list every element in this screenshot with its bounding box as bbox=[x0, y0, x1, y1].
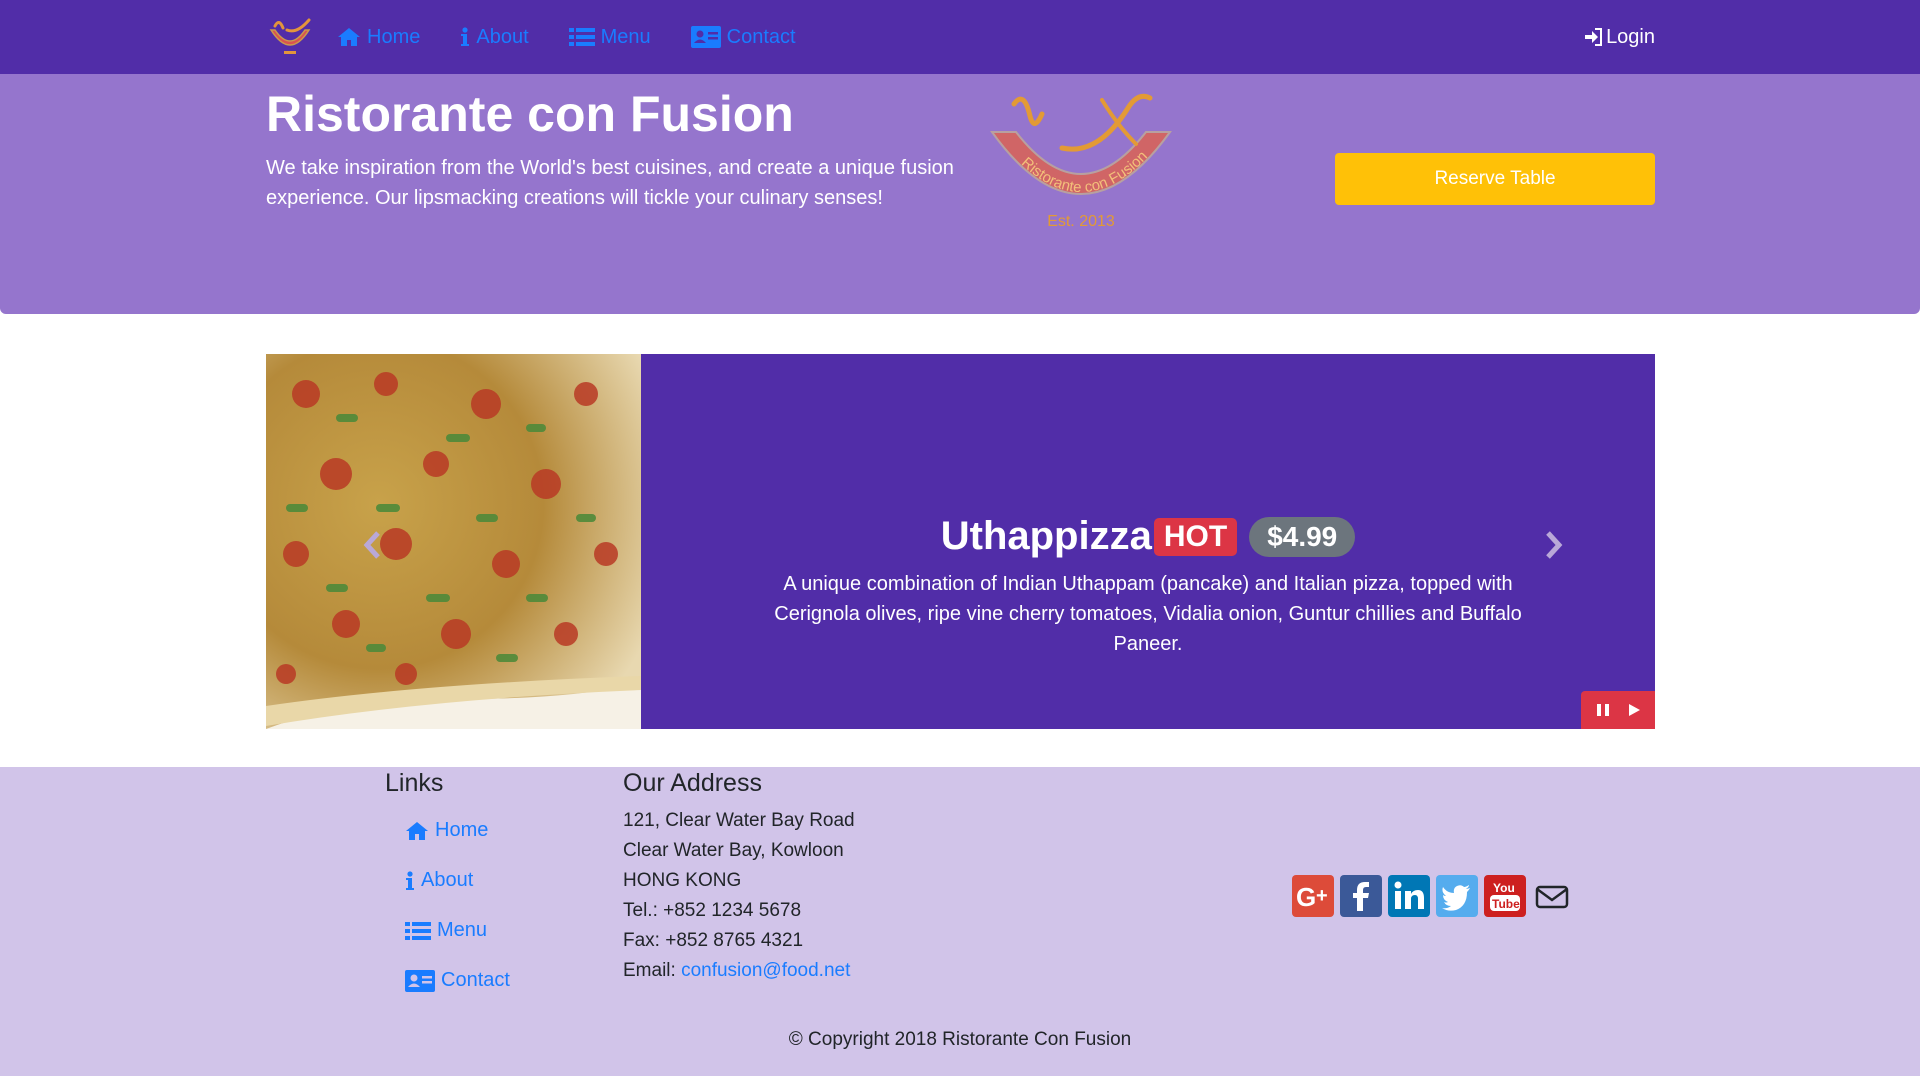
address-line: HONG KONG bbox=[623, 870, 742, 891]
chevron-right-icon bbox=[1546, 531, 1563, 559]
facebook-button[interactable] bbox=[1340, 875, 1382, 917]
footer-link-label: Contact bbox=[441, 969, 510, 991]
facebook-icon bbox=[1340, 875, 1382, 917]
brand-logo[interactable] bbox=[265, 16, 315, 58]
navbar-container: Home About Menu Contact Login bbox=[265, 0, 1655, 74]
footer-link-menu[interactable]: Menu bbox=[405, 919, 487, 942]
hot-badge: HOT bbox=[1153, 517, 1238, 556]
pause-icon bbox=[1596, 704, 1609, 716]
email-link[interactable]: confusion@food.net bbox=[681, 960, 850, 981]
carousel-play-controls bbox=[1581, 691, 1655, 729]
address-card-icon bbox=[690, 26, 721, 48]
carousel-caption: Uthappizza HOT $4.99 A unique combinatio… bbox=[641, 354, 1655, 729]
email-label: Email: bbox=[623, 960, 682, 981]
home-icon bbox=[406, 821, 428, 840]
reserve-table-button[interactable]: Reserve Table bbox=[1335, 153, 1655, 205]
dish-description: A unique combination of Indian Uthappam … bbox=[774, 573, 1522, 655]
info-icon bbox=[406, 870, 414, 890]
list-icon bbox=[405, 921, 431, 940]
linkedin-button[interactable] bbox=[1388, 875, 1430, 917]
fax-line: Fax: +852 8765 4321 bbox=[623, 930, 804, 951]
nav-about[interactable]: About bbox=[460, 25, 529, 49]
nav-menu[interactable]: Menu bbox=[568, 25, 651, 49]
sign-in-icon bbox=[1585, 28, 1603, 46]
email-line: Email: confusion@food.net bbox=[623, 956, 1043, 986]
restaurant-logo: Ristorante con Fusion Est. 2013 bbox=[990, 93, 1172, 230]
copyright-text: © Copyright 2018 Ristorante Con Fusion bbox=[788, 1029, 1132, 1050]
dish-name: Uthappizza bbox=[940, 514, 1152, 558]
youtube-button[interactable]: You Tube bbox=[1484, 875, 1526, 917]
login-button[interactable]: Login bbox=[1584, 0, 1655, 74]
home-icon bbox=[338, 28, 360, 46]
page-title: Ristorante con Fusion bbox=[266, 86, 794, 142]
logo-est-text: Est. 2013 bbox=[1047, 213, 1115, 230]
footer-link-contact[interactable]: Contact bbox=[405, 969, 510, 992]
footer-link-home[interactable]: Home bbox=[405, 819, 488, 842]
carousel-prev-button[interactable] bbox=[358, 528, 388, 562]
play-icon bbox=[1628, 704, 1640, 716]
footer-link-about[interactable]: About bbox=[405, 869, 473, 892]
footer-link-label: About bbox=[421, 869, 474, 891]
links-heading: Links bbox=[385, 769, 444, 797]
google-plus-icon: G + bbox=[1292, 875, 1334, 917]
nav-menu-label: Menu bbox=[600, 25, 651, 48]
info-icon bbox=[461, 27, 470, 46]
login-label: Login bbox=[1606, 25, 1655, 48]
twitter-button[interactable] bbox=[1436, 875, 1478, 917]
address-line: 121, Clear Water Bay Road bbox=[623, 810, 855, 831]
nav-contact[interactable]: Contact bbox=[690, 25, 796, 49]
footer-address: Our Address 121, Clear Water Bay Road Cl… bbox=[623, 767, 1043, 986]
list-icon bbox=[568, 28, 595, 46]
pause-button[interactable] bbox=[1595, 702, 1611, 718]
address-line: Clear Water Bay, Kowloon bbox=[623, 840, 844, 861]
nav-about-label: About bbox=[476, 25, 529, 48]
svg-text:You: You bbox=[1493, 881, 1515, 895]
chevron-left-icon bbox=[363, 531, 380, 559]
email-button[interactable] bbox=[1532, 875, 1572, 917]
nav-contact-label: Contact bbox=[726, 25, 796, 48]
carousel-next-button[interactable] bbox=[1538, 528, 1568, 562]
price-badge: $4.99 bbox=[1249, 516, 1356, 557]
twitter-icon bbox=[1436, 875, 1478, 917]
play-button[interactable] bbox=[1626, 702, 1642, 718]
caption-heading: Uthappizza HOT $4.99 bbox=[641, 514, 1655, 559]
nav-home-label: Home bbox=[367, 25, 421, 48]
nav-home[interactable]: Home bbox=[337, 26, 420, 49]
google-plus-button[interactable]: G + bbox=[1292, 875, 1334, 917]
address-block: 121, Clear Water Bay Road Clear Water Ba… bbox=[623, 806, 1043, 986]
phone-line: Tel.: +852 1234 5678 bbox=[623, 900, 802, 921]
svg-text:Tube: Tube bbox=[1492, 897, 1520, 911]
address-heading: Our Address bbox=[623, 769, 762, 797]
navbar: Home About Menu Contact Login bbox=[0, 0, 1920, 74]
youtube-icon: You Tube bbox=[1484, 875, 1526, 917]
jumbotron-text: We take inspiration from the World's bes… bbox=[266, 157, 954, 209]
svg-text:+: + bbox=[1316, 885, 1328, 907]
address-card-icon bbox=[405, 969, 435, 992]
jumbotron: Ristorante con Fusion We take inspiratio… bbox=[0, 74, 1920, 314]
footer-link-label: Menu bbox=[437, 919, 488, 941]
footer: Links Home About Menu Contact Our Addres… bbox=[0, 767, 1920, 1076]
envelope-icon bbox=[1535, 885, 1569, 909]
footer-link-label: Home bbox=[435, 819, 489, 841]
carousel: Uthappizza HOT $4.99 A unique combinatio… bbox=[266, 354, 1655, 729]
svg-text:G: G bbox=[1296, 882, 1316, 912]
pizza-image bbox=[266, 354, 641, 729]
linkedin-icon bbox=[1388, 875, 1430, 917]
social-links: G + You Tube bbox=[1292, 875, 1578, 917]
nav-links: Home About Menu Contact bbox=[337, 0, 836, 74]
